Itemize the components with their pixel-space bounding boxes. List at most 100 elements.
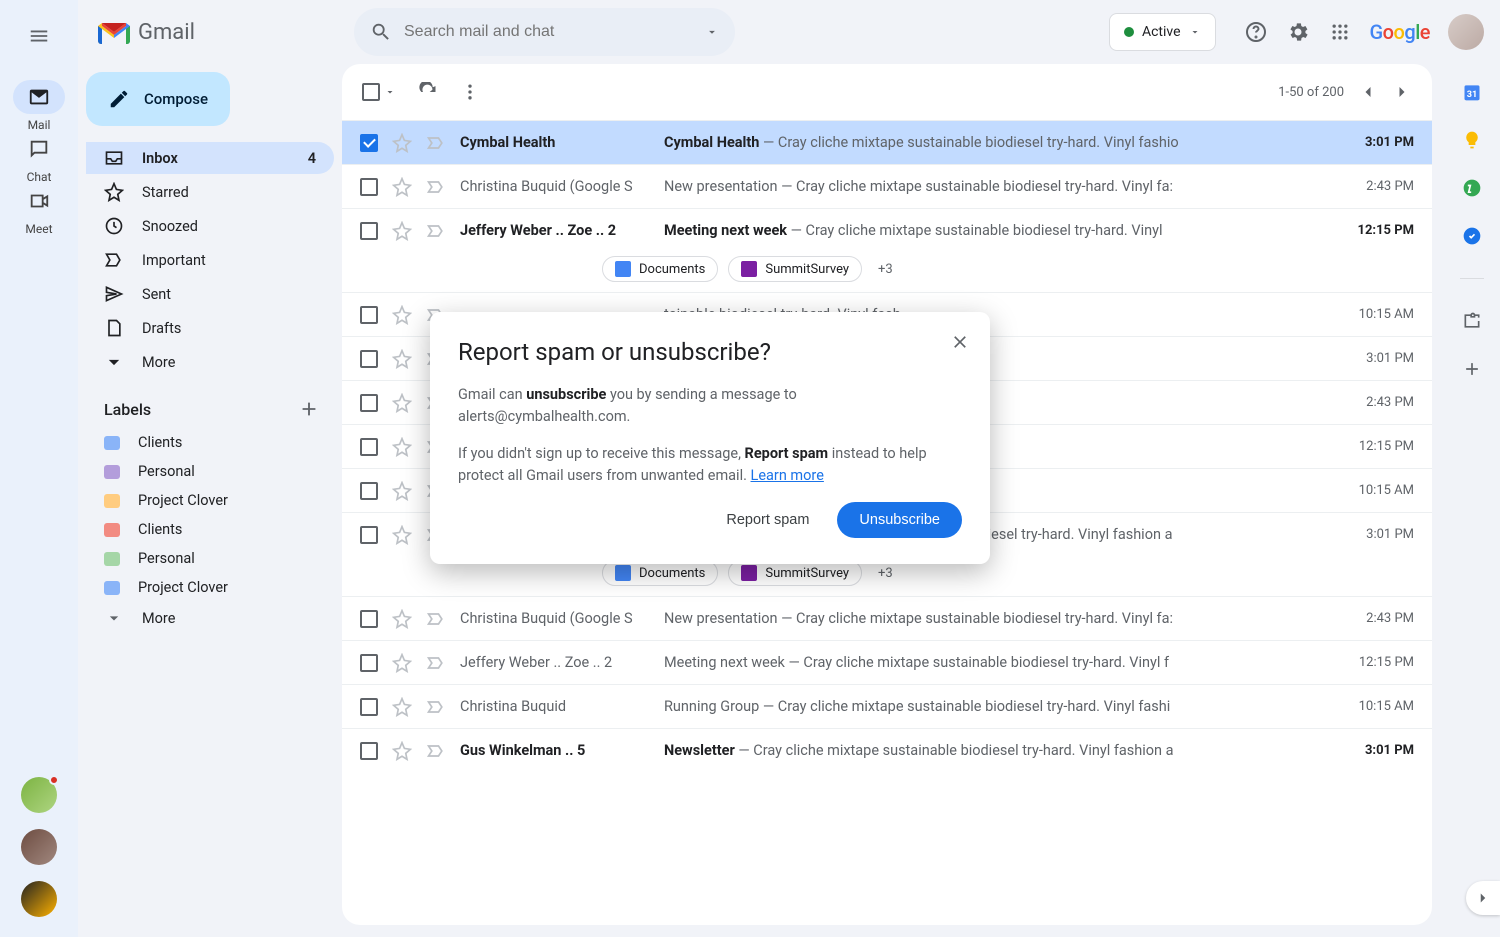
message-row[interactable]: Cymbal Health Cymbal Health — Cray clich… [342,120,1432,164]
nav-item-important[interactable]: Important [86,244,334,276]
select-dropdown-icon[interactable] [384,86,396,98]
apps-button[interactable] [1328,20,1352,44]
profile-avatar[interactable] [1448,14,1484,50]
dialog-close-button[interactable] [950,332,970,352]
message-checkbox[interactable] [360,610,378,628]
add-button[interactable] [1462,359,1482,379]
attachment-extra[interactable]: +3 [872,566,899,581]
star-icon[interactable] [392,653,412,673]
star-icon[interactable] [392,609,412,629]
message-checkbox[interactable] [360,178,378,196]
rail-item-mail[interactable]: Mail [13,80,65,132]
message-checkbox[interactable] [360,482,378,500]
report-spam-button[interactable]: Report spam [708,502,827,538]
message-checkbox[interactable] [360,306,378,324]
message-checkbox[interactable] [360,698,378,716]
learn-more-link[interactable]: Learn more [751,467,824,484]
message-row[interactable]: Gus Winkelman .. 5 Newsletter — Cray cli… [342,728,1432,772]
help-button[interactable] [1244,20,1268,44]
message-row[interactable]: Jeffery Weber .. Zoe .. 2 Meeting next w… [342,208,1432,252]
next-page-button[interactable] [1392,82,1412,102]
nav-item-more[interactable]: More [86,346,334,378]
attachment-extra[interactable]: +3 [872,262,899,277]
star-icon[interactable] [392,481,412,501]
star-icon[interactable] [392,393,412,413]
nav-item-inbox[interactable]: Inbox4 [86,142,334,174]
label-item[interactable]: Clients [86,515,334,544]
google-logo[interactable]: Google [1370,20,1431,44]
message-checkbox[interactable] [360,394,378,412]
message-row[interactable]: Christina Buquid Running Group — Cray cl… [342,684,1432,728]
message-checkbox[interactable] [360,134,378,152]
message-row[interactable]: Christina Buquid (Google S New presentat… [342,164,1432,208]
search-bar[interactable] [354,8,735,56]
unsubscribe-button[interactable]: Unsubscribe [837,502,962,538]
important-icon[interactable] [426,697,446,717]
tasks-icon[interactable] [1462,178,1482,198]
message-row[interactable]: Jeffery Weber .. Zoe .. 2 Meeting next w… [342,640,1432,684]
account-avatar-1[interactable] [21,777,57,813]
message-checkbox[interactable] [360,654,378,672]
settings-button[interactable] [1286,20,1310,44]
message-checkbox[interactable] [360,742,378,760]
calendar-icon[interactable]: 31 [1462,82,1482,102]
label-item[interactable]: Clients [86,428,334,457]
select-all-checkbox[interactable] [362,83,380,101]
star-icon[interactable] [392,305,412,325]
label-item[interactable]: More [86,602,334,634]
important-icon[interactable] [426,609,446,629]
attachment-chip[interactable]: SummitSurvey [728,560,862,586]
side-panel-toggle[interactable] [1466,881,1500,915]
account-avatar-3[interactable] [21,881,57,917]
message-content: Newsletter — Cray cliche mixtape sustain… [664,742,1330,759]
important-icon[interactable] [426,741,446,761]
status-chip[interactable]: Active [1109,13,1216,51]
add-label-button[interactable] [298,398,320,420]
nav-item-drafts[interactable]: Drafts [86,312,334,344]
message-checkbox[interactable] [360,526,378,544]
prev-page-button[interactable] [1358,82,1378,102]
star-icon[interactable] [392,349,412,369]
label-item[interactable]: Project Clover [86,486,334,515]
star-icon[interactable] [392,177,412,197]
message-row[interactable]: Christina Buquid (Google S New presentat… [342,596,1432,640]
nav-item-snoozed[interactable]: Snoozed [86,210,334,242]
attachment-chip[interactable]: Documents [602,256,718,282]
refresh-button[interactable] [418,82,438,102]
attachment-chip[interactable]: SummitSurvey [728,256,862,282]
nav-item-starred[interactable]: Starred [86,176,334,208]
label-item[interactable]: Personal [86,544,334,573]
more-button[interactable] [460,82,480,102]
important-icon[interactable] [426,177,446,197]
nav-item-sent[interactable]: Sent [86,278,334,310]
nav-label: Sent [142,286,171,303]
important-icon[interactable] [426,133,446,153]
message-checkbox[interactable] [360,438,378,456]
search-input[interactable] [404,23,693,41]
important-icon[interactable] [426,653,446,673]
label-item[interactable]: Project Clover [86,573,334,602]
message-checkbox[interactable] [360,222,378,240]
main-menu-button[interactable] [17,14,61,58]
addons-icon[interactable] [1462,311,1482,331]
message-checkbox[interactable] [360,350,378,368]
star-icon[interactable] [392,697,412,717]
rail-item-chat[interactable]: Chat [13,132,65,184]
search-options-icon[interactable] [705,25,719,39]
contacts-icon[interactable] [1462,226,1482,246]
label-item[interactable]: Personal [86,457,334,486]
message-content: Running Group — Cray cliche mixtape sust… [664,698,1330,715]
star-icon[interactable] [392,437,412,457]
star-icon[interactable] [392,741,412,761]
keep-icon[interactable] [1462,130,1482,150]
star-icon[interactable] [392,525,412,545]
star-icon[interactable] [392,133,412,153]
compose-button[interactable]: Compose [86,72,230,126]
attachment-chip[interactable]: Documents [602,560,718,586]
rail-item-meet[interactable]: Meet [13,184,65,236]
gmail-logo[interactable]: Gmail [86,20,342,45]
chat-icon [28,138,50,160]
star-icon[interactable] [392,221,412,241]
important-icon[interactable] [426,221,446,241]
account-avatar-2[interactable] [21,829,57,865]
